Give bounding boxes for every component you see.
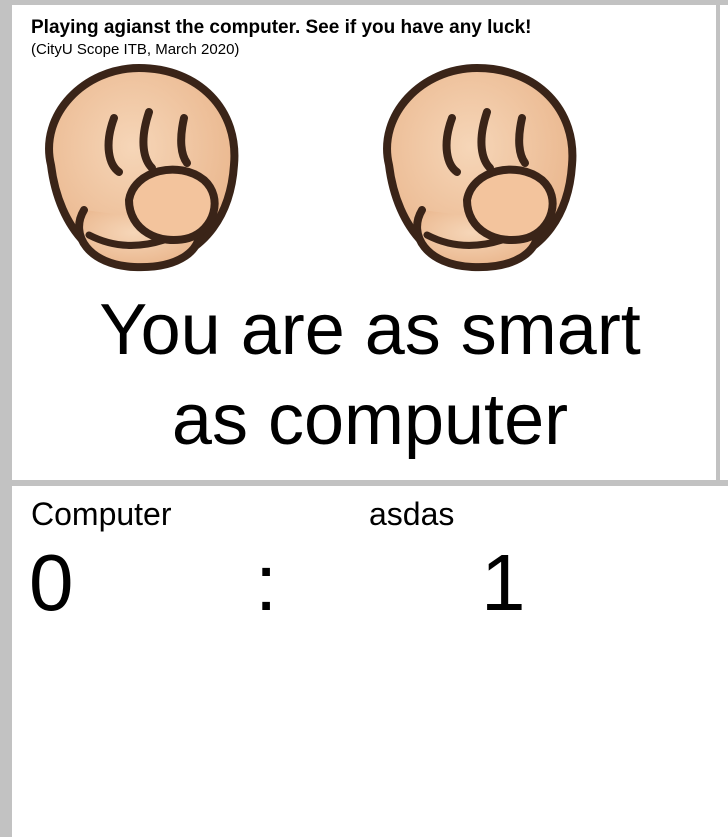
computer-score: 0	[29, 538, 74, 627]
page-subtitle: (CityU Scope ITB, March 2020)	[31, 41, 240, 58]
result-line-2: as computer	[171, 380, 569, 460]
player-name-label: asdas	[369, 496, 455, 532]
player-score: 1	[481, 538, 526, 627]
result-line-1: You are as smart	[99, 290, 641, 370]
result-message: You are as smart as computer	[12, 285, 728, 465]
game-panel: Playing agianst the computer. See if you…	[12, 5, 720, 480]
computer-name-label: Computer	[31, 496, 172, 532]
player-rock-fist-icon	[367, 60, 581, 275]
page-title: Playing agianst the computer. See if you…	[31, 17, 532, 38]
computer-rock-fist-icon	[29, 60, 243, 275]
scoreboard: Computer asdas 0 : 1	[12, 486, 728, 837]
score-separator: :	[255, 538, 278, 627]
